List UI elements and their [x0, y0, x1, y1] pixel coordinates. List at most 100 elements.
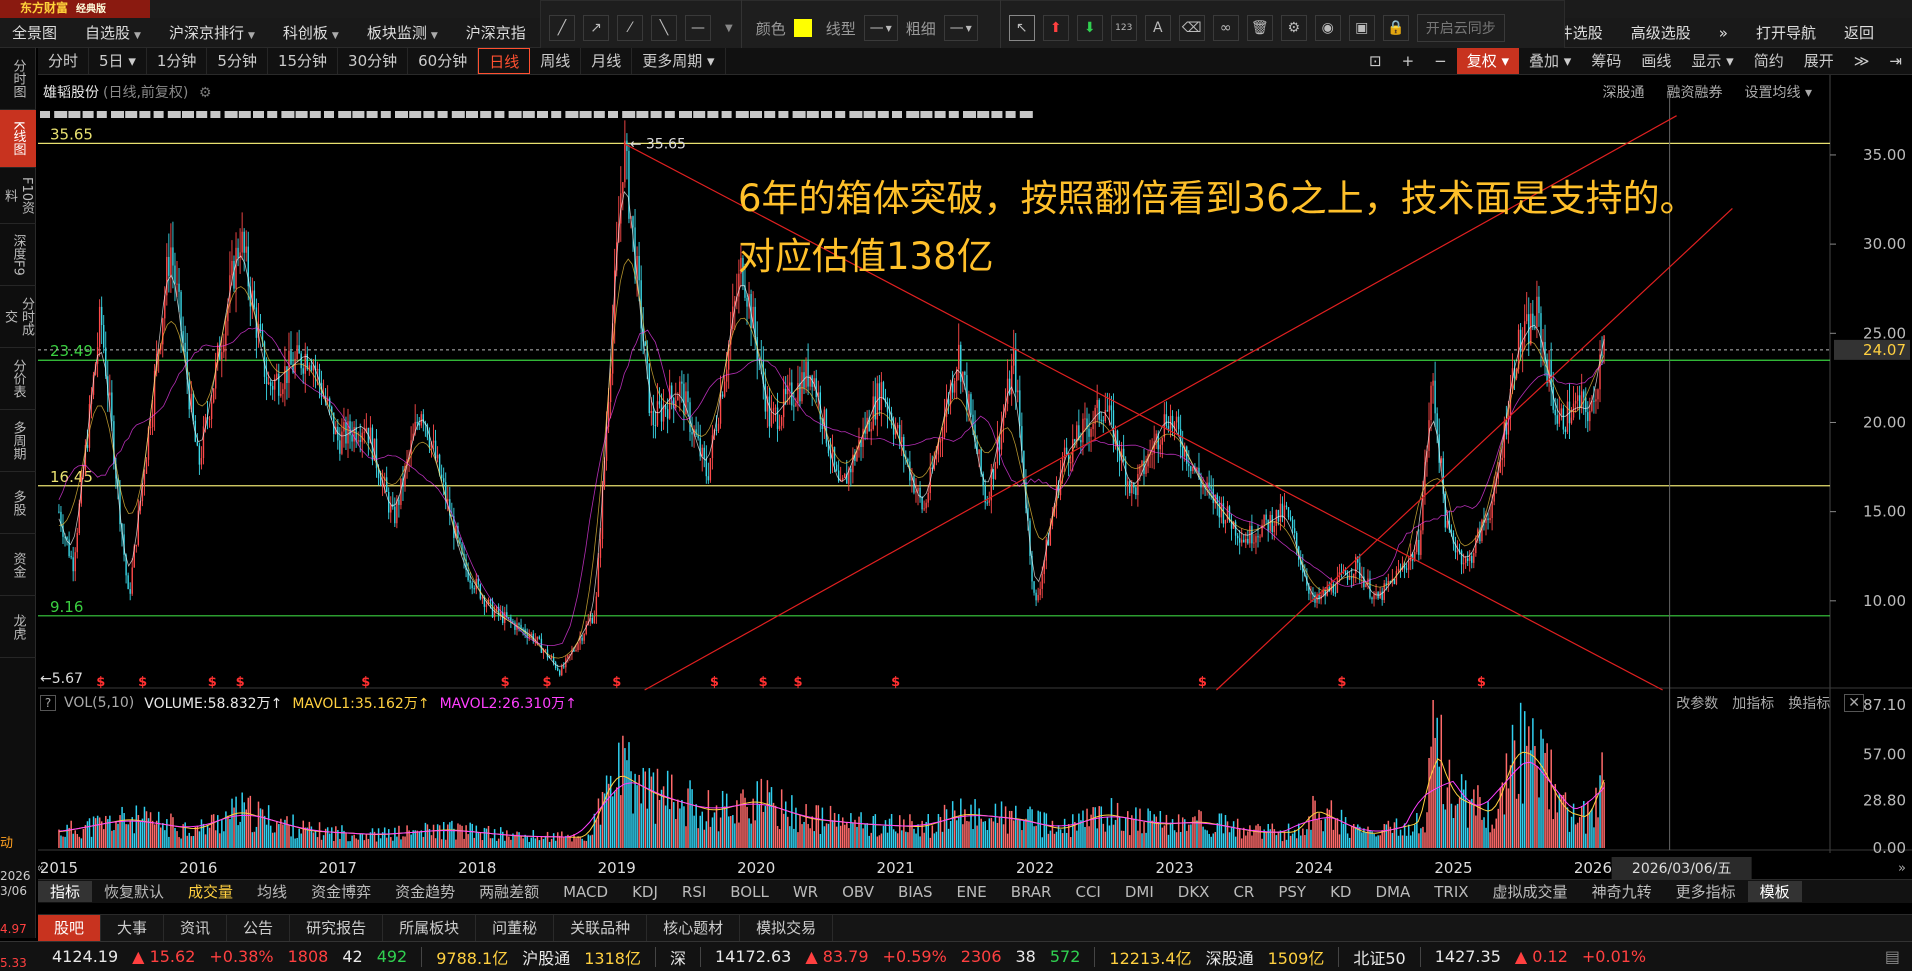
info-tab[interactable]: 资讯: [164, 915, 228, 941]
number-label-icon[interactable]: 123: [1110, 15, 1137, 41]
indicator-tab[interactable]: 更多指标: [1664, 881, 1748, 902]
info-tab[interactable]: 模拟交易: [740, 915, 834, 941]
lock-icon[interactable]: 🔒: [1382, 15, 1409, 41]
period-tab[interactable]: 5日 ▾: [89, 48, 147, 74]
right-tool[interactable]: 画线: [1631, 48, 1681, 74]
zoom-in-icon[interactable]: +: [1392, 48, 1425, 74]
menu-right-item[interactable]: 高级选股: [1631, 22, 1691, 43]
info-tab[interactable]: 股吧: [38, 915, 102, 941]
image-icon[interactable]: ▣: [1348, 15, 1375, 41]
eraser-icon[interactable]: ⌫: [1178, 15, 1205, 41]
more-tools-chevron-icon[interactable]: ▼: [725, 23, 733, 34]
indicator-tab[interactable]: 资金趋势: [383, 881, 467, 902]
indicator-tab[interactable]: BRAR: [999, 883, 1064, 901]
text-tool-icon[interactable]: A: [1144, 15, 1171, 41]
info-tab[interactable]: 核心题材: [647, 915, 741, 941]
period-tab[interactable]: 分时: [38, 48, 90, 74]
link-icon[interactable]: ∞: [1212, 15, 1239, 41]
menu-right-item[interactable]: »: [1719, 24, 1728, 42]
right-tool[interactable]: 显示 ▾: [1681, 48, 1743, 74]
settings-gear-icon[interactable]: ⚙: [1280, 15, 1307, 41]
period-tab[interactable]: 更多周期 ▾: [632, 48, 726, 74]
rail-item[interactable]: 分时图: [0, 48, 36, 110]
indicator-tab[interactable]: 资金博弈: [299, 881, 383, 902]
indicator-tab[interactable]: RSI: [670, 883, 718, 901]
info-tab[interactable]: 问董秘: [476, 915, 555, 941]
menu-item[interactable]: 沪深京指: [466, 22, 526, 43]
visibility-eye-icon[interactable]: ◉: [1314, 15, 1341, 41]
up-arrow-icon[interactable]: ⬆: [1042, 15, 1069, 41]
menu-item[interactable]: 板块监测 ▼: [367, 22, 438, 43]
period-tab[interactable]: 30分钟: [338, 48, 409, 74]
indicator-tab[interactable]: BIAS: [886, 883, 945, 901]
vol-action[interactable]: 加指标: [1732, 693, 1774, 713]
cloud-sync-button[interactable]: 开启云同步: [1416, 14, 1505, 42]
rail-item[interactable]: 分时成交: [0, 286, 36, 348]
period-tab[interactable]: 日线: [478, 48, 531, 74]
period-tab[interactable]: 5分钟: [207, 48, 268, 74]
right-tool[interactable]: 复权 ▾: [1456, 48, 1520, 74]
zoom-out-icon[interactable]: −: [1424, 48, 1457, 74]
right-tool[interactable]: 叠加 ▾: [1519, 48, 1581, 74]
indicator-tab[interactable]: 虚拟成交量: [1481, 881, 1580, 902]
color-swatch[interactable]: [793, 19, 812, 37]
indicator-tab[interactable]: BOLL: [718, 883, 781, 901]
kline-chart-area[interactable]: 35.00 30.00 25.00 20.00 15.00 10.00 35.65 23.49…: [38, 75, 1912, 879]
menu-item[interactable]: 自选股 ▼: [85, 22, 141, 43]
menu-right-item[interactable]: 返回: [1844, 22, 1874, 43]
period-tab[interactable]: 周线: [530, 48, 582, 74]
period-tab[interactable]: 60分钟: [408, 48, 479, 74]
indicator-tab[interactable]: PSY: [1266, 883, 1318, 901]
right-tool[interactable]: 简约: [1744, 48, 1794, 74]
settings-gear-icon[interactable]: ⚙: [199, 85, 212, 101]
indicator-tab[interactable]: 指标: [38, 881, 93, 902]
notification-icon[interactable]: ▤: [1885, 947, 1900, 966]
chart-link[interactable]: 深股通: [1603, 82, 1645, 102]
period-tab[interactable]: 15分钟: [268, 48, 339, 74]
period-tab[interactable]: 月线: [581, 48, 633, 74]
indicator-tab[interactable]: OBV: [830, 883, 886, 901]
indicator-tab[interactable]: KD: [1318, 883, 1363, 901]
chart-link[interactable]: 设置均线 ▾: [1745, 82, 1812, 102]
rail-item[interactable]: 资金: [0, 534, 36, 596]
help-question-icon[interactable]: ?: [40, 695, 56, 711]
menu-item[interactable]: 科创板 ▼: [283, 22, 339, 43]
indicator-tab[interactable]: TRIX: [1422, 883, 1480, 901]
window-icon[interactable]: ⊡: [1359, 48, 1392, 74]
indicator-tab[interactable]: 神奇九转: [1580, 881, 1664, 902]
expand-sidebar-icon[interactable]: ⇥: [1879, 48, 1912, 74]
sgt-label[interactable]: 深股通: [1206, 945, 1254, 969]
indicator-tab[interactable]: CCI: [1063, 883, 1112, 901]
indicator-tab[interactable]: DKX: [1166, 883, 1222, 901]
right-tool[interactable]: 筹码: [1581, 48, 1631, 74]
cursor-icon[interactable]: ↖: [1008, 15, 1035, 41]
draw-diagonal-tool[interactable]: ╲: [651, 15, 677, 41]
rail-item[interactable]: 龙虎: [0, 596, 36, 658]
delete-icon[interactable]: 🗑: [1246, 15, 1273, 41]
down-arrow-icon[interactable]: ⬇: [1076, 15, 1103, 41]
rail-item[interactable]: 分价表: [0, 348, 36, 410]
indicator-tab[interactable]: MACD: [551, 883, 620, 901]
period-tab[interactable]: 1分钟: [147, 48, 208, 74]
draw-line-tool[interactable]: ╱: [549, 15, 575, 41]
indicator-tab[interactable]: DMA: [1363, 883, 1422, 901]
line-type-select[interactable]: — ▼: [863, 15, 898, 41]
draw-ray-tool[interactable]: ↗: [583, 15, 609, 41]
rail-item[interactable]: 多股: [0, 472, 36, 534]
indicator-tab[interactable]: KDJ: [620, 883, 670, 901]
info-tab[interactable]: 所属板块: [383, 915, 477, 941]
info-tab[interactable]: 关联品种: [554, 915, 648, 941]
draw-hline-tool[interactable]: —: [685, 15, 711, 41]
menu-right-item[interactable]: 打开导航: [1756, 22, 1816, 43]
indicator-tab[interactable]: WR: [781, 883, 830, 901]
indicator-tab[interactable]: 两融差额: [467, 881, 551, 902]
rail-item[interactable]: 多周期: [0, 410, 36, 472]
info-tab[interactable]: 研究报告: [290, 915, 384, 941]
collapse-icon[interactable]: ≫: [1844, 48, 1880, 74]
indicator-tab[interactable]: 恢复默认: [92, 881, 176, 902]
indicator-tab[interactable]: ENE: [945, 883, 999, 901]
draw-segment-tool[interactable]: ⁄: [617, 15, 643, 41]
vol-action[interactable]: 换指标: [1788, 693, 1830, 713]
vol-action[interactable]: 改参数: [1676, 693, 1718, 713]
menu-item[interactable]: 沪深京排行 ▼: [169, 22, 255, 43]
